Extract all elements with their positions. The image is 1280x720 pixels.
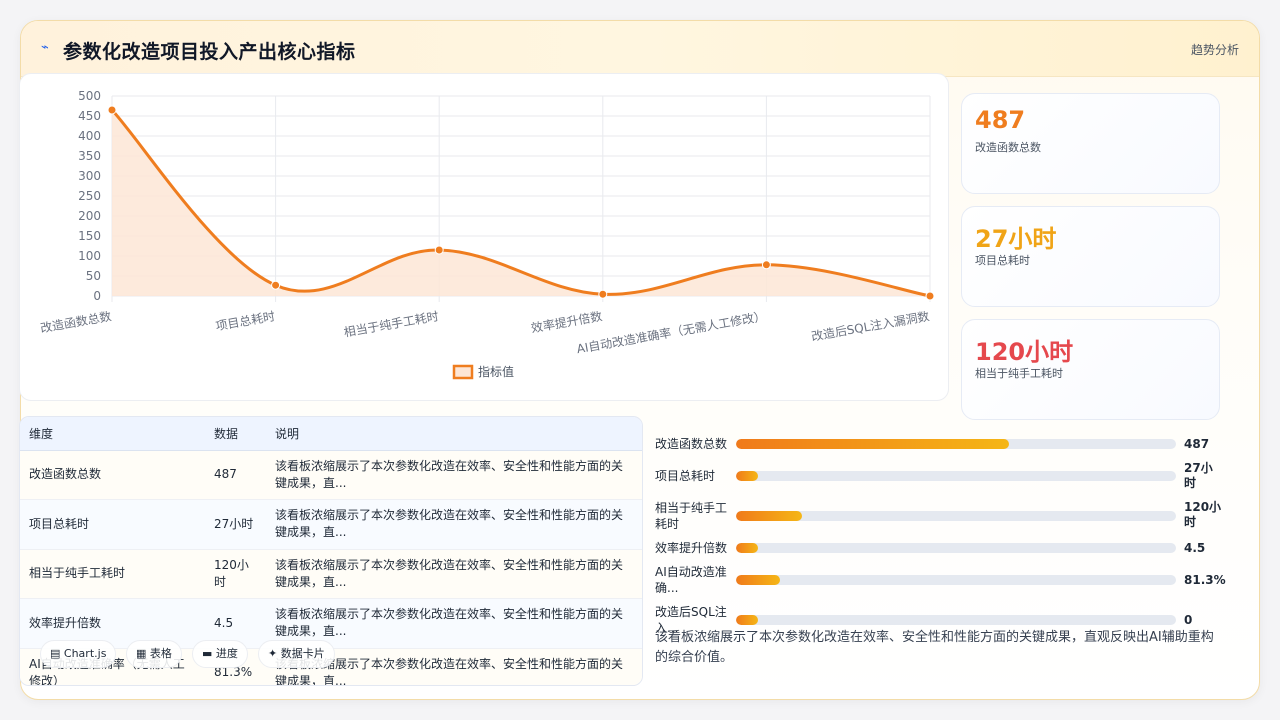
tab-chartjs[interactable]: ▤ Chart.js (40, 640, 117, 668)
data-point (107, 105, 117, 115)
data-point (761, 260, 771, 270)
table-row: 效率提升倍数 4.5 该看板浓缩展示了本次参数化改造在效率、安全性和性能方面的关… (20, 598, 642, 649)
table-cell-dimension: 项目总耗时 (20, 499, 205, 550)
table-row: 项目总耗时 27小时 该看板浓缩展示了本次参数化改造在效率、安全性和性能方面的关… (20, 499, 642, 550)
y-tick-label: 250 (78, 189, 101, 203)
progress-value: 81.3% (1184, 573, 1226, 587)
stat-value: 27小时 (975, 225, 1057, 253)
progress-value: 120小时 (1184, 500, 1222, 529)
progress-fill (736, 471, 758, 481)
legend-swatch (452, 364, 474, 380)
trend-analysis-link[interactable]: 趋势分析 (1191, 41, 1239, 58)
stat-label: 改造函数总数 (975, 141, 1041, 154)
x-tick-label: AI自动改造准确率（无需人工修改） (575, 308, 766, 356)
progress-track (736, 543, 1176, 553)
progress-value: 487 (1184, 437, 1210, 451)
tab-progress[interactable]: ▬ 进度 (192, 640, 248, 668)
progress-track (736, 511, 1176, 521)
progress-track (736, 439, 1176, 449)
progress-label: 相当于纯手工耗时 (655, 501, 728, 531)
progress-label: AI自动改造准确... (655, 565, 727, 595)
y-tick-label: 0 (93, 289, 101, 303)
table-row: 改造函数总数 487 该看板浓缩展示了本次参数化改造在效率、安全性和性能方面的关… (20, 450, 642, 500)
stat-label: 相当于纯手工耗时 (975, 367, 1063, 380)
table-icon: ▦ (136, 647, 147, 660)
progress-fill (736, 439, 1009, 449)
table-header-description: 说明 (266, 417, 642, 451)
y-tick-label: 400 (78, 129, 101, 143)
progress-list: 改造函数总数 487 项目总耗时 27小时 相当于纯手工耗时 120小时 效率提… (655, 414, 1226, 635)
summary-text: 该看板浓缩展示了本次参数化改造在效率、安全性和性能方面的关键成果，直观反映出AI… (655, 630, 1214, 665)
data-point (271, 280, 281, 290)
table-header-row: 维度 数据 说明 (20, 417, 642, 451)
table-cell-description: 该看板浓缩展示了本次参数化改造在效率、安全性和性能方面的关键成果，直... (266, 450, 642, 500)
data-point (434, 245, 444, 255)
progress-track (736, 615, 1176, 625)
y-tick-label: 450 (78, 109, 101, 123)
tab-label: 进度 (215, 647, 238, 660)
y-tick-label: 350 (78, 149, 101, 163)
progress-fill (736, 511, 802, 521)
tab-label: Chart.js (63, 647, 107, 660)
y-tick-label: 100 (78, 249, 101, 263)
progress-fill (736, 543, 758, 553)
card-icon: ✦ (268, 647, 278, 660)
table-cell-value: 27小时 (205, 499, 266, 550)
x-tick-label: 改造后SQL注入漏洞数 (810, 308, 931, 344)
data-point (598, 289, 608, 299)
y-tick-label: 200 (78, 209, 101, 223)
table-cell-dimension: 改造函数总数 (20, 450, 205, 500)
progress-value: 0 (1184, 613, 1193, 627)
table-header-dimension: 维度 (20, 417, 205, 451)
tab-label: 表格 (149, 647, 172, 660)
tab-table[interactable]: ▦ 表格 (126, 640, 182, 668)
y-tick-label: 150 (78, 229, 101, 243)
progress-label: 改造函数总数 (655, 437, 728, 451)
x-tick-label: 效率提升倍数 (530, 308, 604, 335)
stat-label: 项目总耗时 (975, 254, 1030, 267)
progress-value: 4.5 (1184, 541, 1206, 555)
legend-label: 指标值 (478, 364, 514, 379)
table-row: 相当于纯手工耗时 120小时 该看板浓缩展示了本次参数化改造在效率、安全性和性能… (20, 549, 642, 599)
stat-card-functions: 487 改造函数总数 (961, 93, 1220, 194)
progress-track (736, 575, 1176, 585)
x-tick-label: 项目总耗时 (215, 309, 277, 333)
table-cell-dimension: 相当于纯手工耗时 (20, 549, 205, 599)
line-chart-card: 0 50 100 150 200 250 300 350 400 450 500 改造函数总数 项目总耗… (19, 73, 949, 401)
table-cell-description: 该看板浓缩展示了本次参数化改造在效率、安全性和性能方面的关键成果，直... (266, 549, 642, 599)
table-cell-value: 487 (205, 450, 266, 500)
progress-label: 项目总耗时 (655, 469, 716, 483)
progress-label: 效率提升倍数 (655, 541, 728, 555)
page-title: 参数化改造项目投入产出核心指标 (63, 41, 356, 63)
y-tick-label: 500 (78, 89, 101, 103)
stat-card-manual-time: 120小时 相当于纯手工耗时 (961, 319, 1220, 420)
x-tick-label: 改造函数总数 (39, 308, 113, 335)
tab-data-cards[interactable]: ✦ 数据卡片 (258, 640, 335, 668)
stat-value: 487 (975, 106, 1026, 134)
progress-fill (736, 575, 780, 585)
table-cell-description: 该看板浓缩展示了本次参数化改造在效率、安全性和性能方面的关键成果，直... (266, 499, 642, 550)
lightning-icon: ⌁ (41, 40, 49, 55)
stat-value: 120小时 (975, 338, 1074, 366)
stat-card-time: 27小时 项目总耗时 (961, 206, 1220, 307)
tab-label: 数据卡片 (280, 647, 325, 660)
data-point (925, 291, 935, 301)
table-cell-value: 120小时 (205, 549, 266, 599)
chart-icon: ▤ (50, 647, 61, 660)
progress-value: 27小时 (1184, 461, 1213, 490)
table-header-data: 数据 (205, 417, 266, 451)
x-tick-label: 相当于纯手工耗时 (343, 309, 440, 339)
progress-fill (736, 615, 758, 625)
y-tick-label: 300 (78, 169, 101, 183)
y-tick-label: 50 (86, 269, 101, 283)
progress-track (736, 471, 1176, 481)
dashboard-header: ⌁ 参数化改造项目投入产出核心指标 趋势分析 (21, 21, 1259, 77)
progress-icon: ▬ (202, 647, 213, 660)
line-chart: 0 50 100 150 200 250 300 350 400 450 500 改造函数总数 项目总耗… (39, 89, 935, 380)
